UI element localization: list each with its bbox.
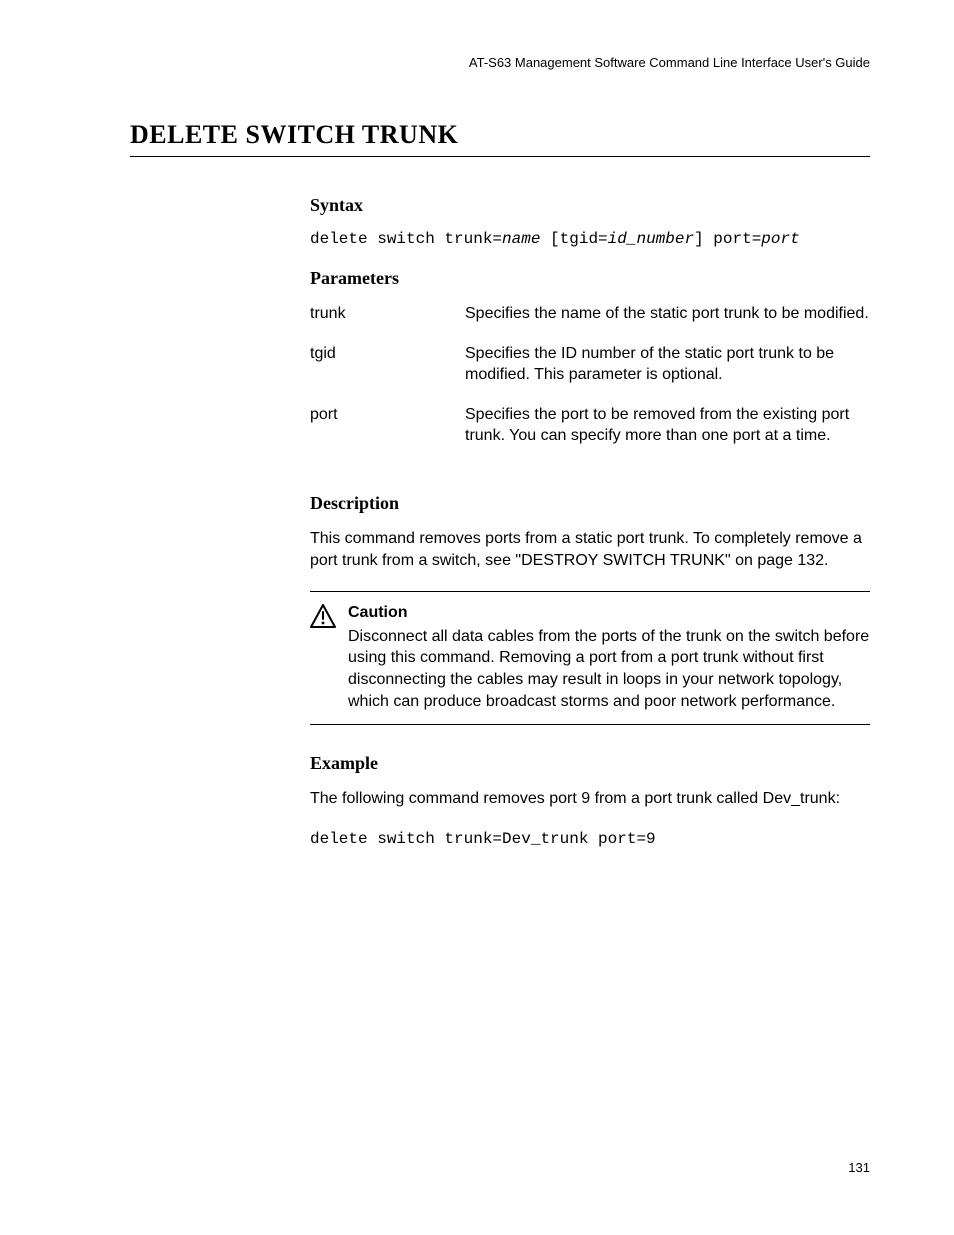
- param-name: tgid: [310, 343, 465, 404]
- syntax-part: ] port=: [694, 230, 761, 248]
- param-row: port Specifies the port to be removed fr…: [310, 404, 870, 465]
- caution-text: Caution Disconnect all data cables from …: [348, 602, 870, 712]
- parameters-table: trunk Specifies the name of the static p…: [310, 303, 870, 465]
- param-desc: Specifies the port to be removed from th…: [465, 404, 870, 465]
- param-row: trunk Specifies the name of the static p…: [310, 303, 870, 343]
- page: AT-S63 Management Software Command Line …: [0, 0, 954, 1235]
- param-desc: Specifies the ID number of the static po…: [465, 343, 870, 404]
- syntax-heading: Syntax: [310, 195, 870, 216]
- example-command: delete switch trunk=Dev_trunk port=9: [310, 830, 870, 848]
- caution-block: Caution Disconnect all data cables from …: [310, 591, 870, 725]
- syntax-name: name: [502, 230, 540, 248]
- caution-caption: Caution: [348, 602, 870, 624]
- syntax-port: port: [761, 230, 799, 248]
- syntax-part: [tgid=: [540, 230, 607, 248]
- page-title: DELETE SWITCH TRUNK: [130, 120, 870, 157]
- parameters-heading: Parameters: [310, 268, 870, 289]
- param-row: tgid Specifies the ID number of the stat…: [310, 343, 870, 404]
- syntax-id: id_number: [608, 230, 694, 248]
- description-heading: Description: [310, 493, 870, 514]
- example-heading: Example: [310, 753, 870, 774]
- running-header: AT-S63 Management Software Command Line …: [130, 55, 870, 70]
- syntax-line: delete switch trunk=name [tgid=id_number…: [310, 230, 870, 248]
- caution-body: Disconnect all data cables from the port…: [348, 628, 869, 710]
- param-desc: Specifies the name of the static port tr…: [465, 303, 870, 343]
- caution-icon: [310, 604, 336, 633]
- syntax-part: delete switch trunk=: [310, 230, 502, 248]
- param-name: trunk: [310, 303, 465, 343]
- example-intro: The following command removes port 9 fro…: [310, 788, 870, 810]
- param-name: port: [310, 404, 465, 465]
- description-body: This command removes ports from a static…: [310, 528, 870, 571]
- page-number: 131: [848, 1160, 870, 1175]
- content-body: Syntax delete switch trunk=name [tgid=id…: [310, 195, 870, 848]
